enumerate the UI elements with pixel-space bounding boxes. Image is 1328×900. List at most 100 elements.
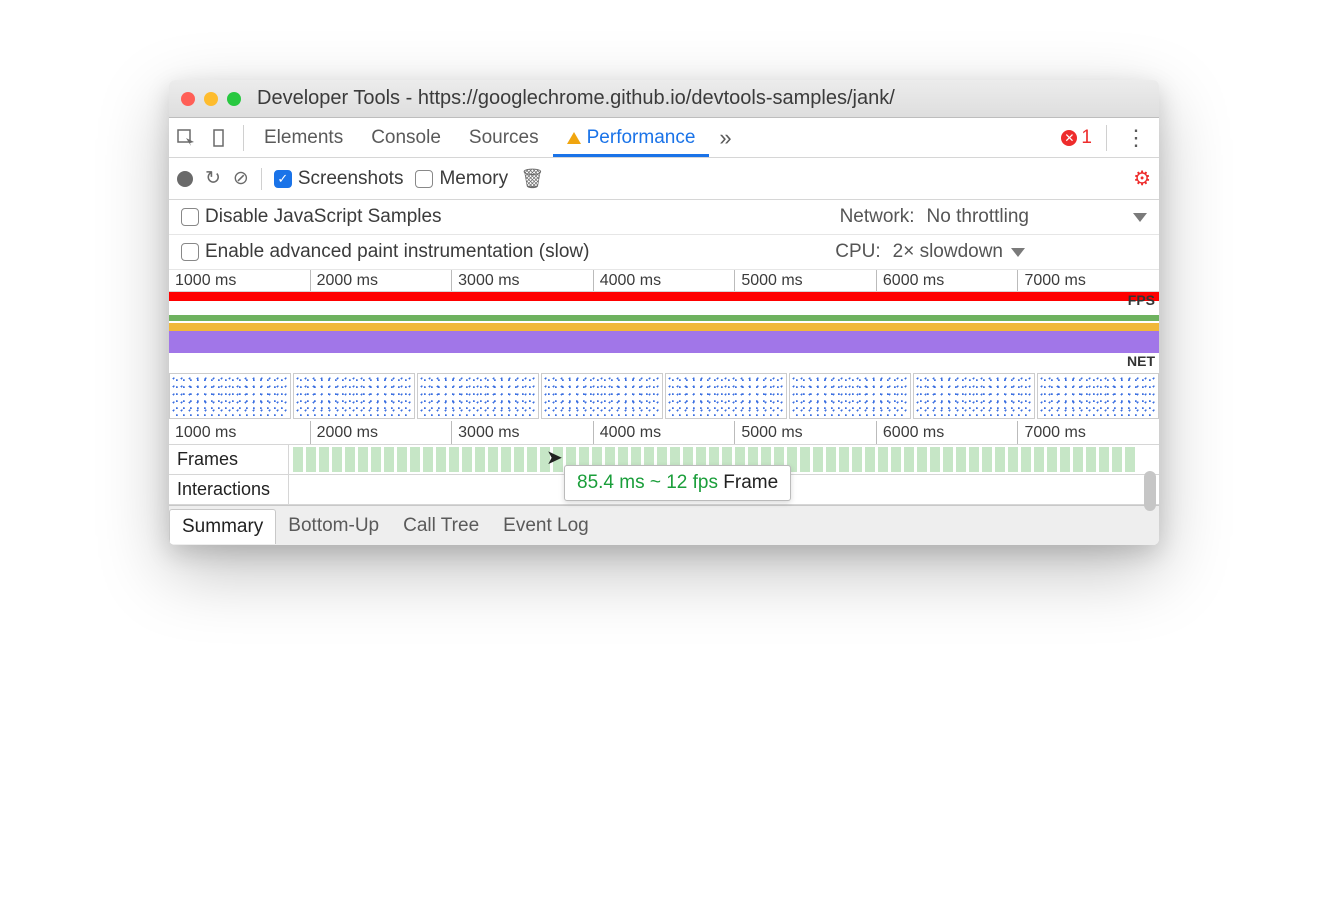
frame-bar[interactable] (553, 447, 563, 472)
network-dropdown[interactable]: No throttling (927, 206, 1029, 228)
tab-performance-label: Performance (587, 127, 696, 149)
thumbnail[interactable] (293, 373, 415, 419)
tab-summary[interactable]: Summary (169, 509, 276, 544)
trash-icon[interactable]: 🗑 (520, 167, 544, 191)
frame-bar[interactable] (956, 447, 966, 472)
tab-bottom-up[interactable]: Bottom-Up (276, 509, 391, 543)
cpu-dropdown[interactable]: 2× slowdown (893, 241, 1025, 263)
device-icon[interactable] (203, 129, 237, 147)
frame-bar[interactable] (878, 447, 888, 472)
interactions-track-label: Interactions (169, 475, 289, 504)
frame-bar[interactable] (813, 447, 823, 472)
frame-bar[interactable] (839, 447, 849, 472)
frame-bar[interactable] (1112, 447, 1122, 472)
frame-bar[interactable] (1086, 447, 1096, 472)
tab-sources[interactable]: Sources (455, 118, 553, 157)
frame-bar[interactable] (826, 447, 836, 472)
screenshots-toggle[interactable]: ✓ Screenshots (274, 168, 404, 190)
tab-call-tree[interactable]: Call Tree (391, 509, 491, 543)
record-button[interactable] (177, 171, 193, 187)
frame-bar[interactable] (332, 447, 342, 472)
checkbox-on-icon: ✓ (274, 170, 292, 188)
frame-bar[interactable] (371, 447, 381, 472)
frame-bar[interactable] (540, 447, 550, 472)
thumbnail[interactable] (1037, 373, 1159, 419)
frame-bar[interactable] (943, 447, 953, 472)
frame-bar[interactable] (1060, 447, 1070, 472)
chevron-down-icon[interactable] (1133, 213, 1147, 222)
scrollbar-thumb[interactable] (1144, 471, 1156, 511)
frame-bar[interactable] (501, 447, 511, 472)
thumbnail[interactable] (417, 373, 539, 419)
detail-timeline[interactable]: 1000 ms 2000 ms 3000 ms 4000 ms 5000 ms … (169, 421, 1159, 505)
frame-bar[interactable] (865, 447, 875, 472)
window-title: Developer Tools - https://googlechrome.g… (257, 87, 895, 110)
frame-bar[interactable] (475, 447, 485, 472)
disable-js-label: Disable JavaScript Samples (205, 206, 442, 228)
thumbnail[interactable] (789, 373, 911, 419)
error-count[interactable]: ✕ 1 (1061, 127, 1092, 149)
frame-bar[interactable] (1099, 447, 1109, 472)
frame-bar[interactable] (852, 447, 862, 472)
frame-bar[interactable] (462, 447, 472, 472)
timeline-overview[interactable]: 1000 ms 2000 ms 3000 ms 4000 ms 5000 ms … (169, 270, 1159, 421)
frame-bar[interactable] (527, 447, 537, 472)
frame-bar[interactable] (982, 447, 992, 472)
frame-bar[interactable] (1125, 447, 1135, 472)
clear-button[interactable]: ⊘ (233, 167, 249, 190)
frame-bar[interactable] (436, 447, 446, 472)
frame-bar[interactable] (384, 447, 394, 472)
frame-bar[interactable] (293, 447, 303, 472)
disable-js-toggle[interactable]: Disable JavaScript Samples (181, 206, 442, 228)
frame-bar[interactable] (904, 447, 914, 472)
tab-event-log[interactable]: Event Log (491, 509, 601, 543)
close-icon[interactable] (181, 92, 195, 106)
screenshot-thumbnails[interactable] (169, 371, 1159, 421)
tab-elements[interactable]: Elements (250, 118, 357, 157)
frame-bar[interactable] (969, 447, 979, 472)
reload-button[interactable]: ↻ (205, 167, 221, 190)
ruler-tick: 5000 ms (734, 421, 876, 444)
frame-bar[interactable] (1073, 447, 1083, 472)
frame-bar[interactable] (800, 447, 810, 472)
tab-performance[interactable]: Performance (553, 118, 710, 157)
frame-bar[interactable] (514, 447, 524, 472)
frame-bar[interactable] (1034, 447, 1044, 472)
more-tabs[interactable]: » (709, 125, 741, 151)
frame-bar[interactable] (930, 447, 940, 472)
detail-ruler[interactable]: 1000 ms 2000 ms 3000 ms 4000 ms 5000 ms … (169, 421, 1159, 445)
frame-bar[interactable] (917, 447, 927, 472)
frame-bar[interactable] (1021, 447, 1031, 472)
kebab-menu-icon[interactable]: ⋮ (1113, 125, 1159, 151)
thumbnail[interactable] (913, 373, 1035, 419)
minimize-icon[interactable] (204, 92, 218, 106)
frame-bar[interactable] (358, 447, 368, 472)
frame-bar[interactable] (1047, 447, 1057, 472)
frame-bar[interactable] (891, 447, 901, 472)
frame-bar[interactable] (319, 447, 329, 472)
error-number: 1 (1081, 127, 1092, 149)
frame-bar[interactable] (488, 447, 498, 472)
memory-toggle[interactable]: Memory (415, 168, 508, 190)
zoom-icon[interactable] (227, 92, 241, 106)
overview-ruler[interactable]: 1000 ms 2000 ms 3000 ms 4000 ms 5000 ms … (169, 270, 1159, 292)
frame-bar[interactable] (449, 447, 459, 472)
frame-bar[interactable] (423, 447, 433, 472)
frame-bar[interactable] (995, 447, 1005, 472)
thumbnail[interactable] (665, 373, 787, 419)
frame-bar[interactable] (397, 447, 407, 472)
ruler-tick: 5000 ms (734, 270, 876, 291)
thumbnail[interactable] (169, 373, 291, 419)
ruler-tick: 4000 ms (593, 270, 735, 291)
options-row-1: Disable JavaScript Samples Network: No t… (169, 200, 1159, 235)
frame-bar[interactable] (306, 447, 316, 472)
thumbnail[interactable] (541, 373, 663, 419)
frame-bar[interactable] (1008, 447, 1018, 472)
frame-bar[interactable] (410, 447, 420, 472)
advanced-paint-toggle[interactable]: Enable advanced paint instrumentation (s… (181, 241, 589, 263)
ruler-tick: 1000 ms (169, 421, 310, 444)
settings-gear-icon[interactable]: ⚙ (1133, 166, 1151, 191)
frame-bar[interactable] (345, 447, 355, 472)
tab-console[interactable]: Console (357, 118, 455, 157)
inspect-icon[interactable] (169, 129, 203, 147)
